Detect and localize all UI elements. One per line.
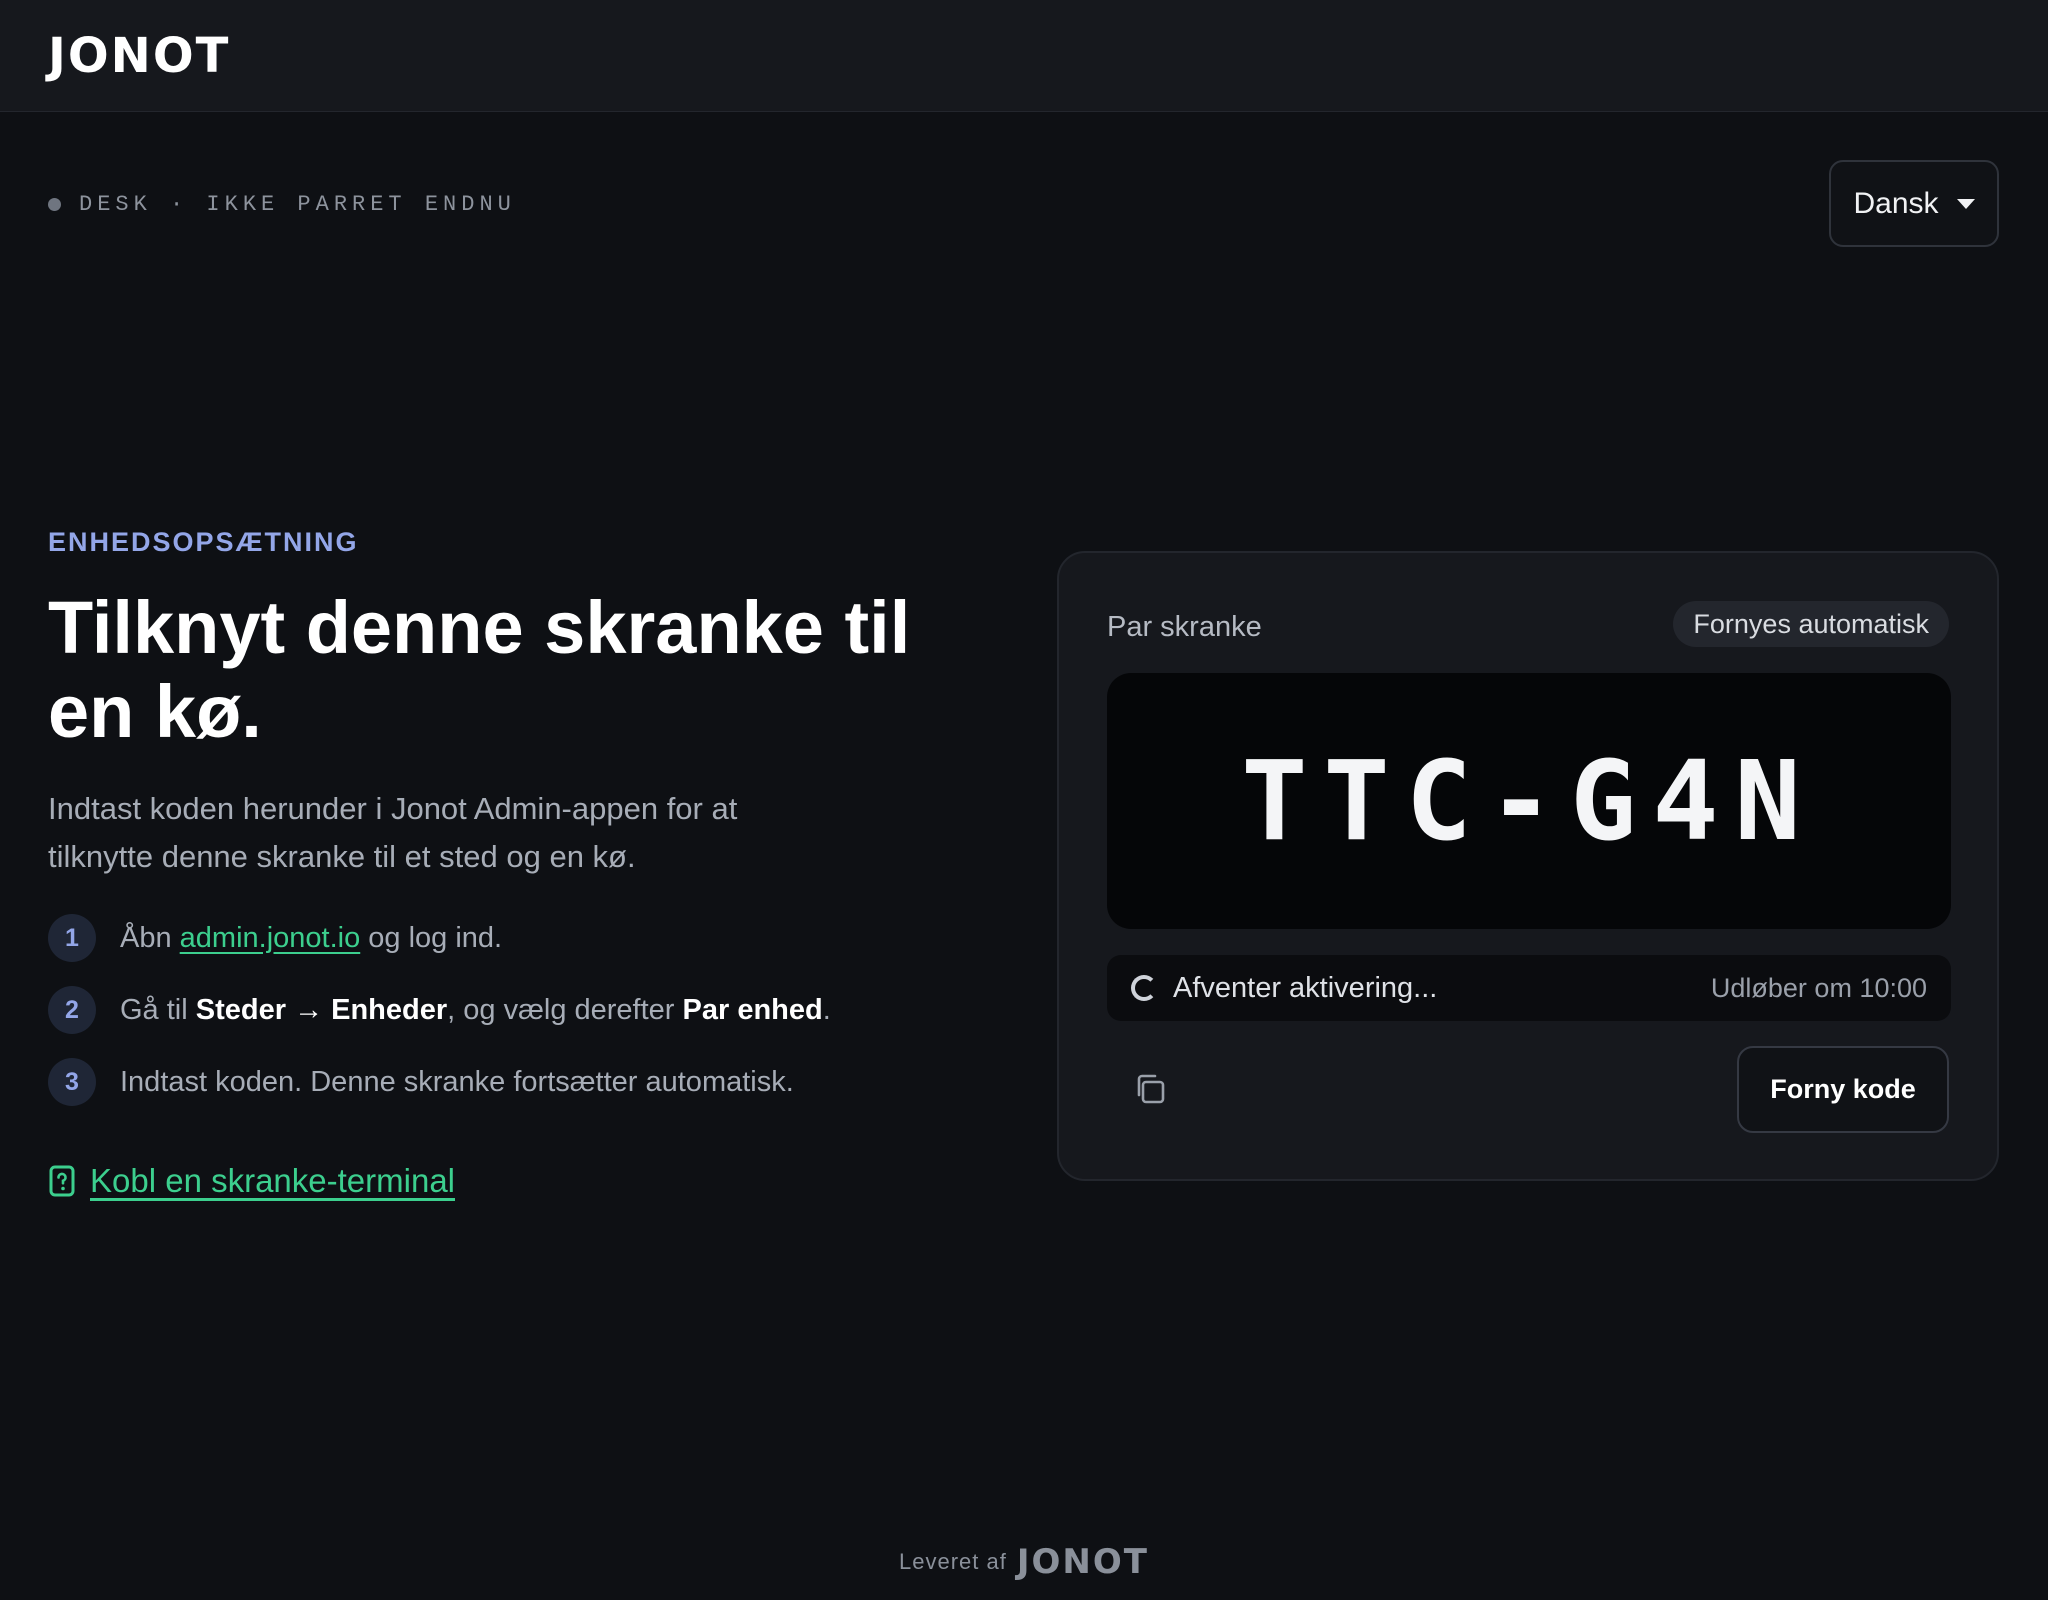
footer: Leveret af JONOT	[0, 1542, 2048, 1582]
top-bar: JONOT	[0, 0, 2048, 112]
spinner-icon	[1131, 975, 1157, 1001]
steps-list: 1 Åbn admin.jonot.io og log ind. 2 Gå ti…	[48, 914, 1008, 1130]
device-status-text: DESK · IKKE PARRET ENDNU	[79, 192, 516, 217]
intro-description: Indtast koden herunder i Jonot Admin-app…	[48, 791, 738, 874]
auto-renew-badge: Fornyes automatisk	[1673, 601, 1949, 647]
footer-logo: JONOT	[1016, 1542, 1149, 1582]
status-dot-icon	[48, 198, 61, 211]
device-status: DESK · IKKE PARRET ENDNU	[48, 192, 516, 217]
copy-code-button[interactable]	[1133, 1072, 1167, 1106]
step-item: 2 Gå til Steder → Enheder, og vælg deref…	[48, 986, 1008, 1034]
step-text: Gå til Steder → Enheder, og vælg derefte…	[120, 993, 831, 1026]
admin-link[interactable]: admin.jonot.io	[180, 922, 361, 954]
step-number: 1	[48, 914, 96, 962]
pair-card-title: Par skranke	[1107, 611, 1262, 643]
connect-terminal-label: Kobl en skranke-terminal	[90, 1162, 455, 1199]
step-number: 3	[48, 1058, 96, 1106]
footer-credit: Leveret af	[899, 1549, 1007, 1574]
page-title: Tilknyt denne skranke til en kø.	[48, 586, 911, 753]
step-text: Indtast koden. Denne skranke fortsætter …	[120, 1065, 794, 1098]
step-text: Åbn admin.jonot.io og log ind.	[120, 921, 503, 954]
caret-down-icon	[1956, 198, 1975, 209]
connect-terminal-link[interactable]: Kobl en skranke-terminal	[48, 1162, 455, 1200]
step-item: 1 Åbn admin.jonot.io og log ind.	[48, 914, 1008, 962]
pairing-code-box: TTC-G4N	[1107, 673, 1951, 929]
pair-card: Par skranke Fornyes automatisk TTC-G4N A…	[1057, 551, 1999, 1181]
language-select-value: Dansk	[1853, 186, 1939, 220]
waiting-text: Afventer aktivering...	[1173, 971, 1438, 1004]
copy-icon	[1137, 1074, 1165, 1104]
activation-status-bar: Afventer aktivering... Udløber om 10:00	[1107, 955, 1951, 1021]
section-eyebrow: ENHEDSOPSÆTNING	[48, 527, 359, 557]
pairing-code: TTC-G4N	[1241, 737, 1817, 865]
step-item: 3 Indtast koden. Denne skranke fortsætte…	[48, 1058, 1008, 1106]
language-select[interactable]: Dansk	[1829, 160, 1999, 247]
expiry-timer: Udløber om 10:00	[1710, 972, 1927, 1003]
jonot-logo: JONOT	[48, 28, 231, 84]
renew-code-button[interactable]: Forny kode	[1737, 1046, 1949, 1133]
step-number: 2	[48, 986, 96, 1034]
help-document-icon	[49, 1165, 75, 1197]
